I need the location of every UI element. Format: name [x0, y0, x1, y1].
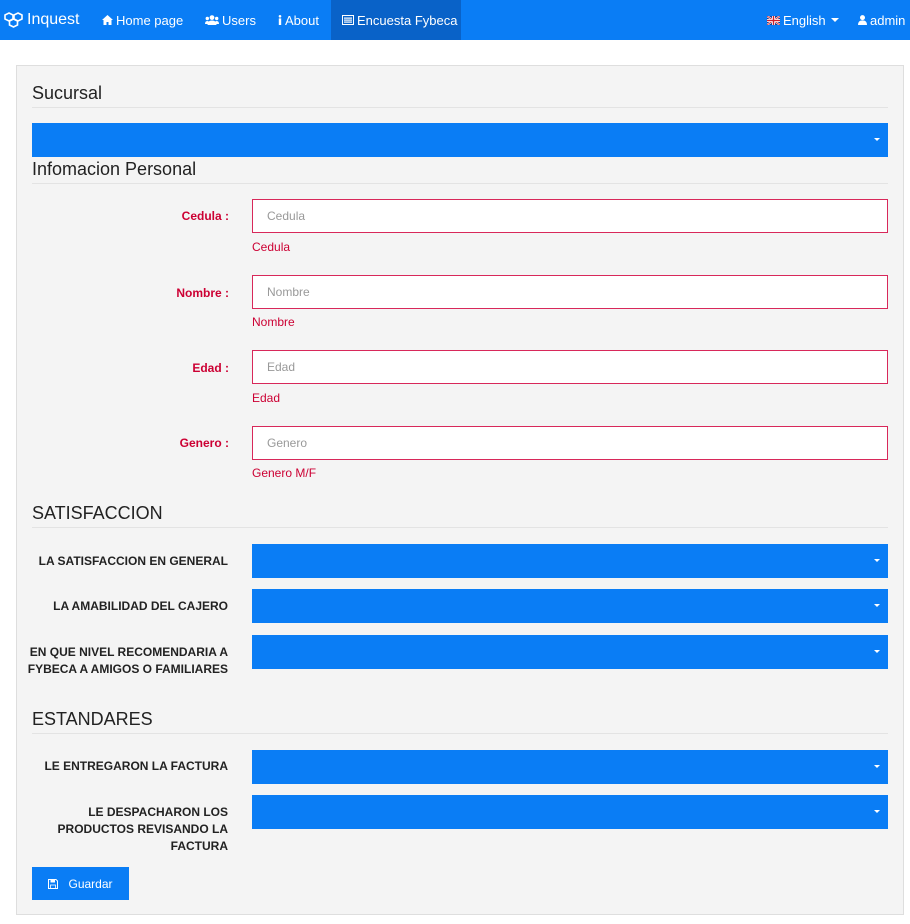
section-title-estandares: ESTANDARES	[32, 709, 888, 734]
sucursal-select[interactable]	[32, 123, 888, 157]
genero-label: Genero :	[179, 436, 229, 450]
chevron-down-icon	[874, 765, 880, 768]
entregaron-factura-select[interactable]	[252, 750, 888, 784]
question-label: LE DESPACHARON LOS PRODUCTOS REVISANDO L…	[57, 805, 228, 853]
amabilidad-cajero-select[interactable]	[252, 589, 888, 623]
nombre-placeholder: Nombre	[267, 285, 310, 299]
section-title-sucursal: Sucursal	[32, 83, 888, 108]
nombre-label: Nombre :	[176, 286, 229, 300]
list-alt-icon	[342, 15, 354, 25]
section-title-satisfaccion: SATISFACCION	[32, 503, 888, 528]
cubes-icon	[4, 12, 23, 28]
nombre-help: Nombre	[252, 315, 295, 329]
nav-users[interactable]: Users	[205, 0, 256, 40]
chevron-down-icon	[874, 650, 880, 653]
chevron-down-icon	[874, 810, 880, 813]
user-name: admin	[870, 12, 906, 28]
save-button-label: Guardar	[68, 876, 113, 891]
brand-name: Inquest	[27, 11, 80, 28]
cedula-input[interactable]: Cedula	[252, 199, 888, 233]
nav-home-label: Home page	[116, 12, 184, 28]
genero-input[interactable]: Genero	[252, 426, 888, 460]
satisfaccion-general-select[interactable]	[252, 544, 888, 578]
nav-about[interactable]: About	[278, 0, 319, 40]
edad-label: Edad :	[192, 361, 229, 375]
edad-input[interactable]: Edad	[252, 350, 888, 384]
cedula-help: Cedula	[252, 240, 291, 254]
chevron-down-icon	[874, 604, 880, 607]
despacharon-productos-select[interactable]	[252, 795, 888, 829]
genero-placeholder: Genero	[267, 436, 308, 450]
genero-help: Genero M/F	[252, 466, 317, 480]
cedula-label: Cedula :	[181, 209, 229, 223]
cedula-placeholder: Cedula	[267, 209, 306, 223]
info-icon	[278, 15, 282, 25]
users-icon	[205, 15, 219, 25]
user-menu[interactable]: admin	[858, 0, 905, 40]
chevron-down-icon	[874, 559, 880, 562]
chevron-down-icon	[830, 18, 839, 22]
brand-link[interactable]: Inquest	[4, 0, 79, 40]
question-label: LE ENTREGARON LA FACTURA	[44, 759, 228, 773]
question-label: LA AMABILIDAD DEL CAJERO	[53, 599, 228, 613]
save-button[interactable]: Guardar	[32, 867, 129, 900]
question-label: LA SATISFACCION EN GENERAL	[38, 554, 228, 568]
language-label: English	[783, 12, 826, 28]
language-dropdown[interactable]: English	[767, 0, 839, 40]
chevron-down-icon	[874, 138, 880, 141]
nombre-input[interactable]: Nombre	[252, 275, 888, 309]
question-label: EN QUE NIVEL RECOMENDARIA A FYBECA A AMI…	[27, 645, 228, 676]
edad-help: Edad	[252, 391, 281, 405]
navbar: Inquest Home page Users About Encuesta F…	[0, 0, 910, 40]
survey-panel: Sucursal Infomacion Personal Cedula : Ce…	[16, 65, 904, 915]
nav-survey-label: Encuesta Fybeca	[357, 12, 458, 28]
uk-flag-icon	[767, 15, 780, 25]
recomendaria-select[interactable]	[252, 635, 888, 669]
nav-about-label: About	[285, 12, 319, 28]
section-title-personal: Infomacion Personal	[32, 159, 888, 184]
save-icon	[48, 878, 59, 889]
nav-home[interactable]: Home page	[102, 0, 183, 40]
edad-placeholder: Edad	[267, 360, 296, 374]
home-icon	[102, 15, 113, 25]
user-icon	[858, 15, 867, 25]
nav-survey[interactable]: Encuesta Fybeca	[331, 0, 461, 40]
nav-users-label: Users	[222, 12, 256, 28]
